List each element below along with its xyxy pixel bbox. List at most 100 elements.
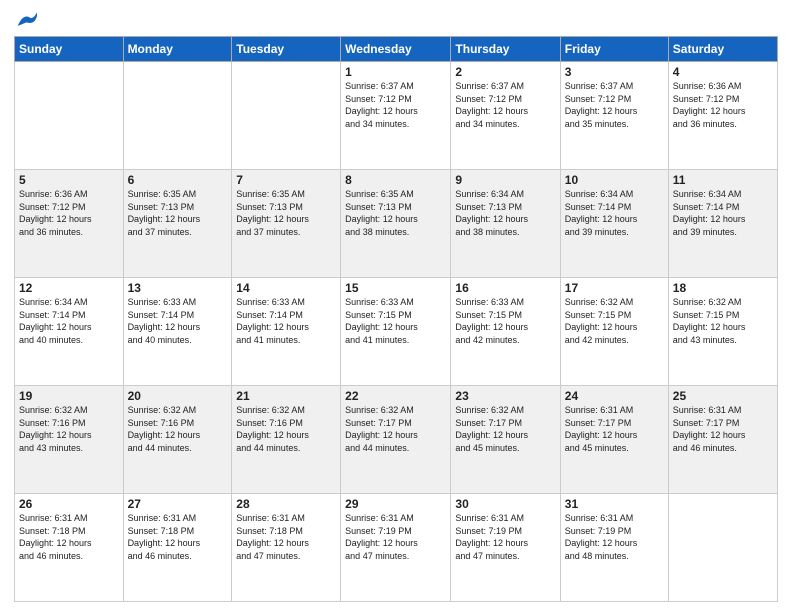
calendar-day-cell: 6Sunrise: 6:35 AM Sunset: 7:13 PM Daylig… bbox=[123, 170, 232, 278]
calendar-day-cell: 25Sunrise: 6:31 AM Sunset: 7:17 PM Dayli… bbox=[668, 386, 777, 494]
logo-bird-icon bbox=[16, 10, 40, 28]
calendar-day-cell: 2Sunrise: 6:37 AM Sunset: 7:12 PM Daylig… bbox=[451, 62, 560, 170]
day-number: 20 bbox=[128, 389, 228, 403]
day-info: Sunrise: 6:33 AM Sunset: 7:15 PM Dayligh… bbox=[345, 296, 446, 346]
day-info: Sunrise: 6:31 AM Sunset: 7:18 PM Dayligh… bbox=[236, 512, 336, 562]
day-info: Sunrise: 6:37 AM Sunset: 7:12 PM Dayligh… bbox=[345, 80, 446, 130]
calendar: SundayMondayTuesdayWednesdayThursdayFrid… bbox=[14, 36, 778, 602]
day-info: Sunrise: 6:32 AM Sunset: 7:17 PM Dayligh… bbox=[345, 404, 446, 454]
calendar-day-cell: 4Sunrise: 6:36 AM Sunset: 7:12 PM Daylig… bbox=[668, 62, 777, 170]
day-number: 26 bbox=[19, 497, 119, 511]
day-info: Sunrise: 6:31 AM Sunset: 7:18 PM Dayligh… bbox=[19, 512, 119, 562]
day-info: Sunrise: 6:34 AM Sunset: 7:14 PM Dayligh… bbox=[19, 296, 119, 346]
calendar-day-cell: 17Sunrise: 6:32 AM Sunset: 7:15 PM Dayli… bbox=[560, 278, 668, 386]
calendar-day-cell: 29Sunrise: 6:31 AM Sunset: 7:19 PM Dayli… bbox=[341, 494, 451, 602]
calendar-week-row: 5Sunrise: 6:36 AM Sunset: 7:12 PM Daylig… bbox=[15, 170, 778, 278]
day-info: Sunrise: 6:35 AM Sunset: 7:13 PM Dayligh… bbox=[236, 188, 336, 238]
day-number: 1 bbox=[345, 65, 446, 79]
day-number: 18 bbox=[673, 281, 773, 295]
calendar-day-cell bbox=[668, 494, 777, 602]
page: SundayMondayTuesdayWednesdayThursdayFrid… bbox=[0, 0, 792, 612]
calendar-day-cell: 15Sunrise: 6:33 AM Sunset: 7:15 PM Dayli… bbox=[341, 278, 451, 386]
day-number: 31 bbox=[565, 497, 664, 511]
calendar-day-header: Tuesday bbox=[232, 37, 341, 62]
calendar-day-cell: 30Sunrise: 6:31 AM Sunset: 7:19 PM Dayli… bbox=[451, 494, 560, 602]
day-info: Sunrise: 6:33 AM Sunset: 7:14 PM Dayligh… bbox=[236, 296, 336, 346]
day-number: 22 bbox=[345, 389, 446, 403]
calendar-day-cell: 28Sunrise: 6:31 AM Sunset: 7:18 PM Dayli… bbox=[232, 494, 341, 602]
day-number: 28 bbox=[236, 497, 336, 511]
day-info: Sunrise: 6:32 AM Sunset: 7:15 PM Dayligh… bbox=[673, 296, 773, 346]
day-number: 3 bbox=[565, 65, 664, 79]
calendar-day-header: Saturday bbox=[668, 37, 777, 62]
day-number: 5 bbox=[19, 173, 119, 187]
day-info: Sunrise: 6:31 AM Sunset: 7:19 PM Dayligh… bbox=[565, 512, 664, 562]
calendar-week-row: 12Sunrise: 6:34 AM Sunset: 7:14 PM Dayli… bbox=[15, 278, 778, 386]
day-info: Sunrise: 6:36 AM Sunset: 7:12 PM Dayligh… bbox=[673, 80, 773, 130]
day-number: 25 bbox=[673, 389, 773, 403]
calendar-day-cell: 22Sunrise: 6:32 AM Sunset: 7:17 PM Dayli… bbox=[341, 386, 451, 494]
day-info: Sunrise: 6:31 AM Sunset: 7:19 PM Dayligh… bbox=[345, 512, 446, 562]
calendar-day-cell: 31Sunrise: 6:31 AM Sunset: 7:19 PM Dayli… bbox=[560, 494, 668, 602]
day-number: 16 bbox=[455, 281, 555, 295]
day-info: Sunrise: 6:34 AM Sunset: 7:13 PM Dayligh… bbox=[455, 188, 555, 238]
day-info: Sunrise: 6:36 AM Sunset: 7:12 PM Dayligh… bbox=[19, 188, 119, 238]
day-number: 6 bbox=[128, 173, 228, 187]
calendar-day-cell: 11Sunrise: 6:34 AM Sunset: 7:14 PM Dayli… bbox=[668, 170, 777, 278]
calendar-day-cell: 13Sunrise: 6:33 AM Sunset: 7:14 PM Dayli… bbox=[123, 278, 232, 386]
calendar-day-header: Wednesday bbox=[341, 37, 451, 62]
header bbox=[14, 10, 778, 28]
calendar-day-cell bbox=[15, 62, 124, 170]
day-number: 29 bbox=[345, 497, 446, 511]
day-number: 8 bbox=[345, 173, 446, 187]
day-info: Sunrise: 6:32 AM Sunset: 7:16 PM Dayligh… bbox=[128, 404, 228, 454]
calendar-day-cell: 5Sunrise: 6:36 AM Sunset: 7:12 PM Daylig… bbox=[15, 170, 124, 278]
calendar-day-cell bbox=[232, 62, 341, 170]
day-number: 13 bbox=[128, 281, 228, 295]
calendar-day-cell: 9Sunrise: 6:34 AM Sunset: 7:13 PM Daylig… bbox=[451, 170, 560, 278]
day-info: Sunrise: 6:32 AM Sunset: 7:15 PM Dayligh… bbox=[565, 296, 664, 346]
calendar-day-cell: 12Sunrise: 6:34 AM Sunset: 7:14 PM Dayli… bbox=[15, 278, 124, 386]
calendar-day-cell: 8Sunrise: 6:35 AM Sunset: 7:13 PM Daylig… bbox=[341, 170, 451, 278]
day-number: 9 bbox=[455, 173, 555, 187]
day-info: Sunrise: 6:32 AM Sunset: 7:16 PM Dayligh… bbox=[236, 404, 336, 454]
calendar-day-cell: 1Sunrise: 6:37 AM Sunset: 7:12 PM Daylig… bbox=[341, 62, 451, 170]
calendar-day-cell: 23Sunrise: 6:32 AM Sunset: 7:17 PM Dayli… bbox=[451, 386, 560, 494]
day-number: 12 bbox=[19, 281, 119, 295]
day-info: Sunrise: 6:31 AM Sunset: 7:19 PM Dayligh… bbox=[455, 512, 555, 562]
calendar-day-header: Sunday bbox=[15, 37, 124, 62]
day-number: 7 bbox=[236, 173, 336, 187]
day-number: 17 bbox=[565, 281, 664, 295]
calendar-day-cell: 3Sunrise: 6:37 AM Sunset: 7:12 PM Daylig… bbox=[560, 62, 668, 170]
day-number: 14 bbox=[236, 281, 336, 295]
day-info: Sunrise: 6:33 AM Sunset: 7:15 PM Dayligh… bbox=[455, 296, 555, 346]
day-info: Sunrise: 6:35 AM Sunset: 7:13 PM Dayligh… bbox=[128, 188, 228, 238]
calendar-day-header: Friday bbox=[560, 37, 668, 62]
calendar-week-row: 19Sunrise: 6:32 AM Sunset: 7:16 PM Dayli… bbox=[15, 386, 778, 494]
day-info: Sunrise: 6:31 AM Sunset: 7:17 PM Dayligh… bbox=[673, 404, 773, 454]
calendar-day-cell: 14Sunrise: 6:33 AM Sunset: 7:14 PM Dayli… bbox=[232, 278, 341, 386]
calendar-day-cell: 24Sunrise: 6:31 AM Sunset: 7:17 PM Dayli… bbox=[560, 386, 668, 494]
day-number: 23 bbox=[455, 389, 555, 403]
day-number: 21 bbox=[236, 389, 336, 403]
calendar-day-cell: 16Sunrise: 6:33 AM Sunset: 7:15 PM Dayli… bbox=[451, 278, 560, 386]
day-info: Sunrise: 6:37 AM Sunset: 7:12 PM Dayligh… bbox=[455, 80, 555, 130]
day-info: Sunrise: 6:31 AM Sunset: 7:18 PM Dayligh… bbox=[128, 512, 228, 562]
calendar-day-header: Monday bbox=[123, 37, 232, 62]
day-number: 11 bbox=[673, 173, 773, 187]
logo bbox=[14, 10, 40, 28]
calendar-week-row: 1Sunrise: 6:37 AM Sunset: 7:12 PM Daylig… bbox=[15, 62, 778, 170]
day-number: 10 bbox=[565, 173, 664, 187]
day-number: 4 bbox=[673, 65, 773, 79]
calendar-day-cell: 26Sunrise: 6:31 AM Sunset: 7:18 PM Dayli… bbox=[15, 494, 124, 602]
calendar-header-row: SundayMondayTuesdayWednesdayThursdayFrid… bbox=[15, 37, 778, 62]
day-info: Sunrise: 6:37 AM Sunset: 7:12 PM Dayligh… bbox=[565, 80, 664, 130]
calendar-day-cell: 18Sunrise: 6:32 AM Sunset: 7:15 PM Dayli… bbox=[668, 278, 777, 386]
day-info: Sunrise: 6:35 AM Sunset: 7:13 PM Dayligh… bbox=[345, 188, 446, 238]
day-info: Sunrise: 6:33 AM Sunset: 7:14 PM Dayligh… bbox=[128, 296, 228, 346]
day-info: Sunrise: 6:34 AM Sunset: 7:14 PM Dayligh… bbox=[565, 188, 664, 238]
calendar-day-cell bbox=[123, 62, 232, 170]
calendar-day-cell: 10Sunrise: 6:34 AM Sunset: 7:14 PM Dayli… bbox=[560, 170, 668, 278]
day-number: 15 bbox=[345, 281, 446, 295]
day-number: 24 bbox=[565, 389, 664, 403]
